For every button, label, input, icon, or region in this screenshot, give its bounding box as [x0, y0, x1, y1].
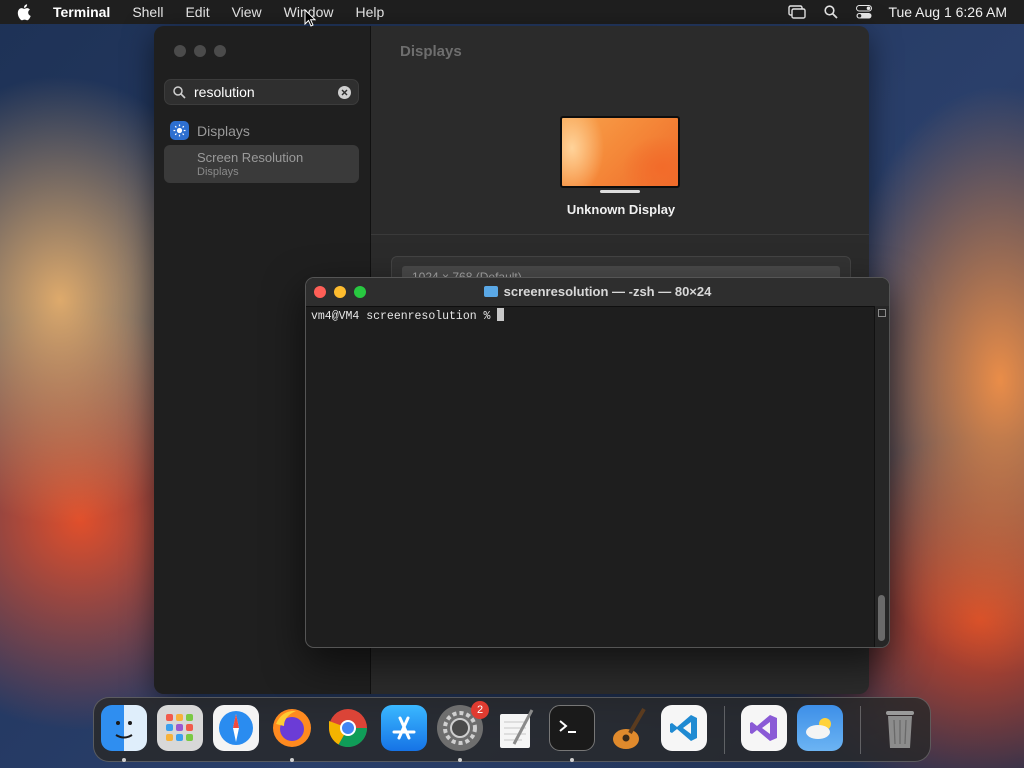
page-title: Displays — [400, 43, 462, 60]
system-settings-icon[interactable]: 2 — [437, 701, 489, 751]
dock-separator — [724, 706, 725, 754]
garageband-icon[interactable] — [605, 705, 651, 751]
menu-bar: Terminal Shell Edit View Window Help Tue… — [0, 0, 1024, 24]
finder-icon[interactable] — [101, 705, 147, 751]
zoom-button[interactable] — [214, 45, 226, 57]
visual-studio-icon[interactable] — [741, 705, 787, 751]
close-button[interactable] — [174, 45, 186, 57]
settings-search-field[interactable] — [164, 79, 359, 105]
clear-search-icon[interactable] — [338, 86, 351, 99]
minimize-button[interactable] — [194, 45, 206, 57]
menu-app-terminal[interactable]: Terminal — [53, 4, 110, 20]
divider — [371, 234, 869, 235]
shell-prompt: vm4@VM4 screenresolution % — [311, 310, 498, 323]
terminal-title-text: screenresolution — -zsh — 80×24 — [503, 284, 712, 299]
running-indicator — [290, 758, 294, 762]
search-input[interactable] — [192, 83, 336, 101]
running-indicator — [458, 758, 462, 762]
dock: 2 — [93, 697, 931, 762]
safari-icon[interactable] — [213, 705, 259, 751]
apple-menu-icon[interactable] — [17, 3, 37, 21]
menu-view[interactable]: View — [232, 4, 262, 20]
launchpad-icon[interactable] — [157, 705, 203, 751]
scroll-marker-icon[interactable] — [878, 309, 886, 317]
terminal-window: screenresolution — -zsh — 80×24 vm4@VM4 … — [305, 277, 890, 648]
dock-separator — [860, 706, 861, 754]
menu-clock[interactable]: Tue Aug 1 6:26 AM — [888, 4, 1007, 20]
trash-icon[interactable] — [877, 705, 923, 751]
running-indicator — [122, 758, 126, 762]
sidebar-item-label: Displays — [197, 122, 250, 139]
text-cursor — [497, 308, 505, 321]
folder-icon — [483, 286, 498, 297]
display-stand — [600, 190, 640, 193]
mouse-pointer-icon — [304, 9, 316, 27]
display-thumbnail[interactable] — [560, 116, 680, 193]
textedit-icon[interactable] — [493, 705, 539, 751]
terminal-output[interactable]: vm4@VM4 screenresolution % — [311, 308, 505, 323]
menu-help[interactable]: Help — [355, 4, 384, 20]
search-icon — [173, 85, 186, 99]
scrollbar-thumb[interactable] — [878, 595, 885, 641]
weather-icon[interactable] — [797, 705, 843, 751]
app-store-icon[interactable] — [381, 705, 427, 751]
chrome-icon[interactable] — [325, 705, 371, 751]
displays-icon — [170, 121, 189, 140]
search-result-subtitle: Displays — [197, 166, 239, 178]
search-result-title: Screen Resolution — [197, 150, 304, 165]
screen-mirroring-icon[interactable] — [788, 5, 807, 19]
display-wallpaper-preview — [560, 116, 680, 188]
notification-badge: 2 — [471, 701, 489, 719]
menu-shell[interactable]: Shell — [132, 4, 163, 20]
terminal-scrollbar[interactable] — [874, 306, 889, 647]
running-indicator — [570, 758, 574, 762]
sidebar-item-displays[interactable]: Displays — [170, 121, 250, 140]
spotlight-search-icon[interactable] — [824, 5, 839, 19]
search-result-screen-resolution[interactable]: Screen Resolution Displays — [164, 145, 359, 183]
firefox-icon[interactable] — [269, 705, 315, 751]
terminal-title: screenresolution — -zsh — 80×24 — [306, 284, 889, 299]
settings-window-controls — [174, 45, 226, 57]
vscode-icon[interactable] — [661, 705, 707, 751]
display-name-label: Unknown Display — [566, 202, 676, 217]
menu-edit[interactable]: Edit — [185, 4, 209, 20]
terminal-icon[interactable] — [549, 705, 595, 751]
control-center-icon[interactable] — [856, 5, 873, 19]
terminal-title-bar[interactable]: screenresolution — -zsh — 80×24 — [306, 278, 889, 307]
